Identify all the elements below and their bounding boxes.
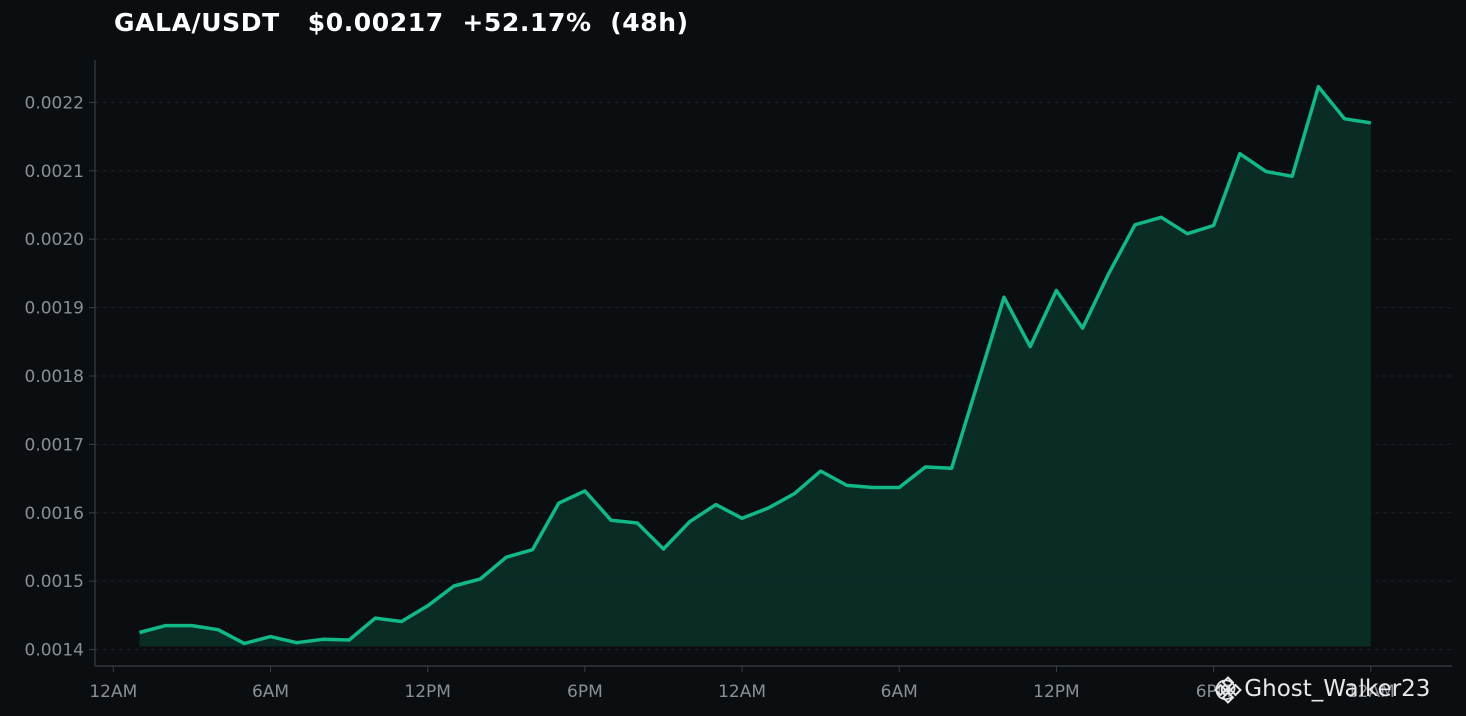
x-axis-ticks: 12AM 6AM 12PM 6PM 12AM 6AM 12PM 6PM 12AM [89, 666, 1395, 702]
y-tick-label: 0.0022 [25, 93, 84, 113]
y-tick-label: 0.0018 [25, 367, 84, 387]
y-tick-label: 0.0021 [25, 162, 84, 182]
price-chart: 0.0014 0.0015 0.0016 0.0017 0.0018 0.0019 0.00… [25, 60, 1452, 702]
watermark-text: @ Ghost_Walker23 [1214, 676, 1431, 702]
binance-logo-icon [1214, 676, 1242, 704]
y-tick-label: 0.0017 [25, 435, 84, 455]
y-tick-label: 0.0015 [25, 572, 84, 592]
y-tick-label: 0.0016 [25, 504, 84, 524]
x-tick-label: 12PM [404, 682, 451, 702]
y-tick-label: 0.0020 [25, 230, 84, 250]
x-tick-label: 6AM [252, 682, 289, 702]
x-tick-label: 12AM [89, 682, 137, 702]
x-tick-label: 12PM [1033, 682, 1080, 702]
y-axis-ticks: 0.0014 0.0015 0.0016 0.0017 0.0018 0.0019 0.00… [25, 93, 95, 661]
y-tick-label: 0.0014 [25, 641, 84, 661]
y-tick-label: 0.0019 [25, 299, 84, 319]
x-tick-label: 6PM [567, 682, 603, 702]
x-tick-label: 6AM [881, 682, 918, 702]
watermark: @ Ghost_Walker23 [1214, 676, 1431, 704]
x-tick-label: 12AM [718, 682, 766, 702]
